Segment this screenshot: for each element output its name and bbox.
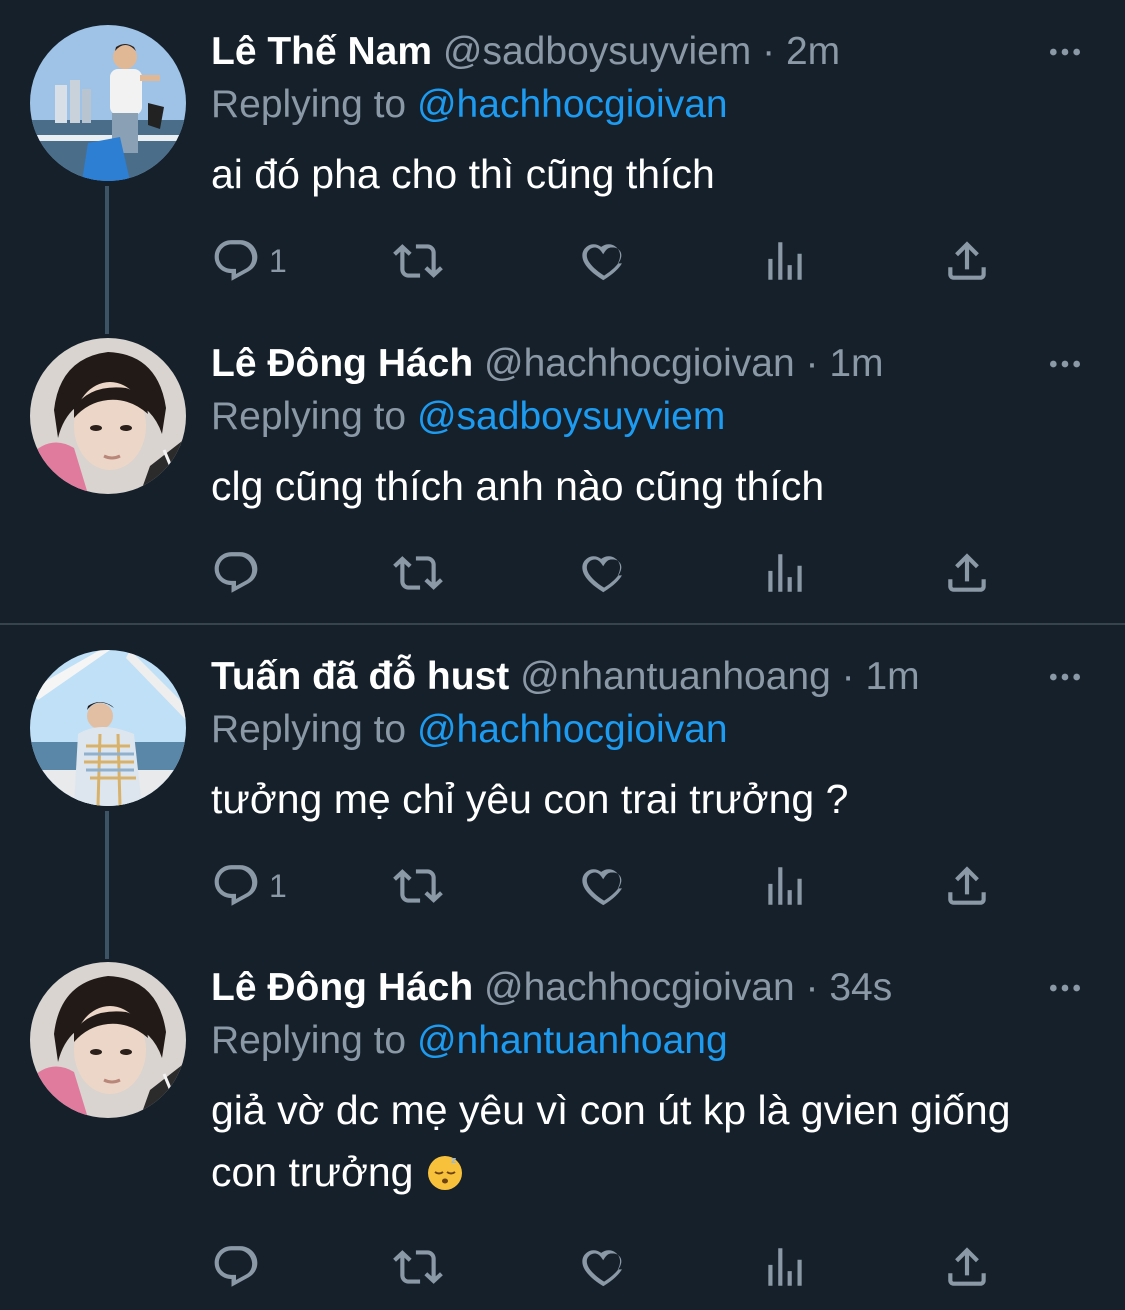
retweet-icon (393, 236, 443, 286)
tweet-actions (211, 548, 1011, 598)
retweet-button[interactable] (393, 548, 443, 598)
reply-icon (211, 1242, 261, 1292)
more-options-button[interactable] (1045, 27, 1085, 77)
avatar[interactable] (30, 962, 186, 1118)
replying-to: Replying to @nhantuanhoang (211, 1016, 728, 1066)
like-button[interactable] (577, 236, 627, 286)
tweet-text-line-with-emoji: con trưởng z (211, 1141, 1011, 1203)
replying-to-label: Replying to (211, 708, 407, 751)
reply-icon (211, 861, 261, 911)
tweet-text: tưởng mẹ chỉ yêu con trai trưởng ? (211, 776, 849, 822)
more-icon (1045, 657, 1085, 697)
tweet-header: Lê Thế Nam @sadboysuyviem · 2m (211, 27, 840, 77)
views-button[interactable] (760, 236, 810, 286)
svg-text:z: z (451, 1156, 456, 1166)
replying-to-handle[interactable]: @hachhocgioivan (417, 708, 728, 751)
tweet-text: giả vờ dc mẹ yêu vì con út kp là gvien g… (211, 1079, 1011, 1203)
replying-to-handle[interactable]: @nhantuanhoang (417, 1019, 728, 1062)
display-name[interactable]: Lê Đông Hách (211, 342, 473, 385)
retweet-icon (393, 861, 443, 911)
sleeping-face-emoji: z (427, 1156, 462, 1190)
avatar[interactable] (30, 650, 186, 806)
more-icon (1045, 968, 1085, 1008)
share-icon (942, 548, 992, 598)
reply-icon (211, 548, 261, 598)
views-icon (760, 236, 810, 286)
user-handle[interactable]: @sadboysuyviem (443, 30, 751, 73)
timestamp[interactable]: · 2m (762, 30, 840, 73)
reply-button[interactable] (211, 548, 269, 598)
tweet-text-line: con trưởng (211, 1149, 414, 1195)
views-icon (760, 548, 810, 598)
replying-to-label: Replying to (211, 395, 407, 438)
share-button[interactable] (942, 1242, 992, 1292)
views-icon (760, 861, 810, 911)
tweet[interactable]: Lê Thế Nam @sadboysuyviem · 2m Replying … (0, 0, 1125, 312)
timestamp[interactable]: · 34s (806, 966, 893, 1009)
views-button[interactable] (760, 861, 810, 911)
tweet-actions: 1 (211, 861, 1011, 911)
replying-to: Replying to @hachhocgioivan (211, 705, 728, 755)
display-name[interactable]: Lê Thế Nam (211, 30, 432, 73)
share-button[interactable] (942, 236, 992, 286)
retweet-icon (393, 548, 443, 598)
views-button[interactable] (760, 548, 810, 598)
share-icon (942, 861, 992, 911)
tweet-header: Lê Đông Hách @hachhocgioivan · 34s (211, 963, 892, 1013)
like-icon (577, 236, 627, 286)
display-name[interactable]: Lê Đông Hách (211, 966, 473, 1009)
replying-to: Replying to @hachhocgioivan (211, 80, 728, 130)
like-icon (577, 1242, 627, 1292)
like-button[interactable] (577, 548, 627, 598)
avatar[interactable] (30, 25, 186, 181)
retweet-button[interactable] (393, 236, 443, 286)
share-icon (942, 236, 992, 286)
views-button[interactable] (760, 1242, 810, 1292)
more-options-button[interactable] (1045, 652, 1085, 702)
replying-to-handle[interactable]: @sadboysuyviem (417, 395, 725, 438)
reply-button[interactable]: 1 (211, 236, 287, 286)
tweet-text: ai đó pha cho thì cũng thích (211, 151, 715, 197)
retweet-icon (393, 1242, 443, 1292)
like-button[interactable] (577, 1242, 627, 1292)
retweet-button[interactable] (393, 861, 443, 911)
more-icon (1045, 344, 1085, 384)
like-icon (577, 548, 627, 598)
retweet-button[interactable] (393, 1242, 443, 1292)
tweet[interactable]: Lê Đông Hách @hachhocgioivan · 1m Replyi… (0, 312, 1125, 623)
avatar[interactable] (30, 338, 186, 494)
tweet[interactable]: Lê Đông Hách @hachhocgioivan · 34s Reply… (0, 936, 1125, 1310)
share-icon (942, 1242, 992, 1292)
more-options-button[interactable] (1045, 339, 1085, 389)
share-button[interactable] (942, 548, 992, 598)
tweet-header: Lê Đông Hách @hachhocgioivan · 1m (211, 339, 884, 389)
reply-button[interactable] (211, 1242, 269, 1292)
tweet[interactable]: Tuấn đã đỗ hust @nhantuanhoang · 1m Repl… (0, 625, 1125, 936)
tweet-actions: 1 (211, 236, 1011, 286)
reply-button[interactable]: 1 (211, 861, 287, 911)
share-button[interactable] (942, 861, 992, 911)
user-handle[interactable]: @nhantuanhoang (520, 655, 831, 698)
user-handle[interactable]: @hachhocgioivan (484, 966, 795, 1009)
more-icon (1045, 32, 1085, 72)
timestamp[interactable]: · 1m (806, 342, 884, 385)
like-icon (577, 861, 627, 911)
reply-count: 1 (269, 867, 287, 904)
like-button[interactable] (577, 861, 627, 911)
replying-to-handle[interactable]: @hachhocgioivan (417, 83, 728, 126)
timestamp[interactable]: · 1m (842, 655, 920, 698)
tweet-text: clg cũng thích anh nào cũng thích (211, 463, 825, 509)
replying-to-label: Replying to (211, 1019, 407, 1062)
tweet-actions (211, 1242, 1011, 1292)
tweet-header: Tuấn đã đỗ hust @nhantuanhoang · 1m (211, 652, 920, 702)
tweet-text-line: giả vờ dc mẹ yêu vì con út kp là gvien g… (211, 1087, 1011, 1133)
replying-to-label: Replying to (211, 83, 407, 126)
reply-count: 1 (269, 242, 287, 279)
views-icon (760, 1242, 810, 1292)
reply-icon (211, 236, 261, 286)
replying-to: Replying to @sadboysuyviem (211, 392, 725, 442)
more-options-button[interactable] (1045, 963, 1085, 1013)
user-handle[interactable]: @hachhocgioivan (484, 342, 795, 385)
display-name[interactable]: Tuấn đã đỗ hust (211, 655, 509, 698)
